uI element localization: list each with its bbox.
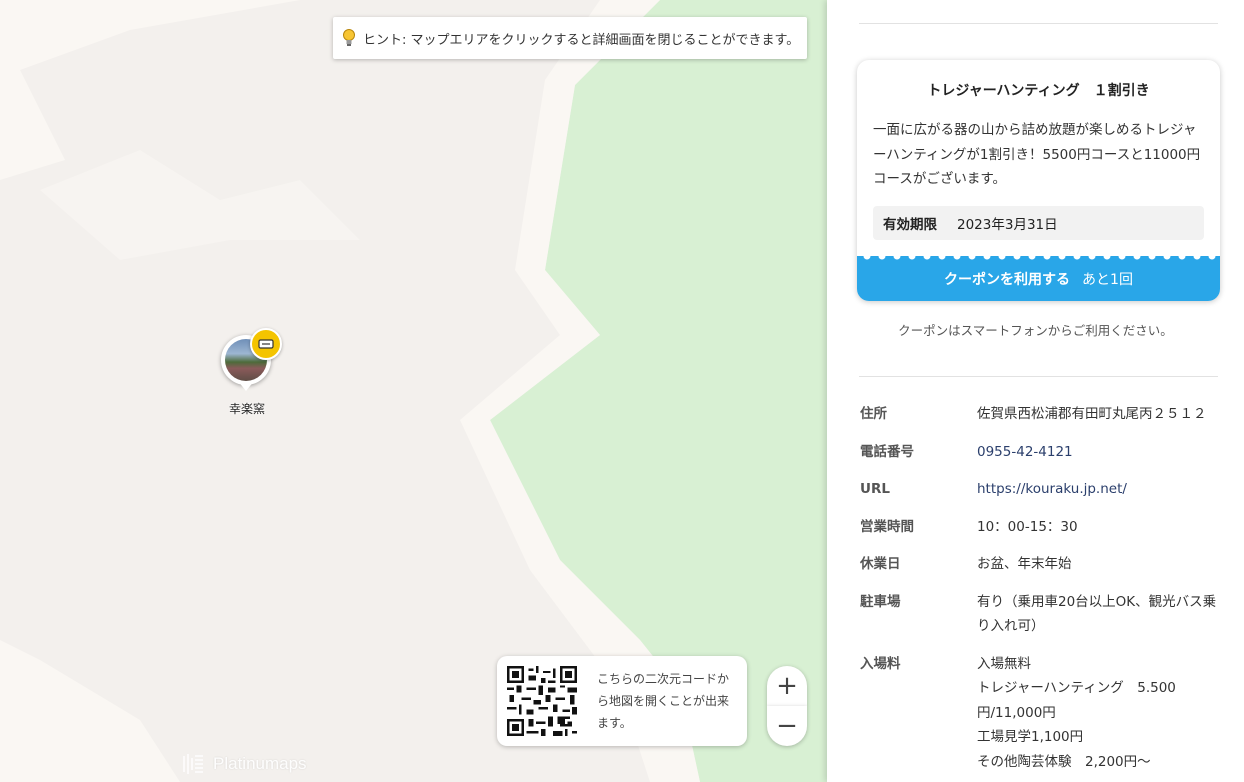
brand-logo[interactable]: Platinumaps (181, 752, 307, 776)
parking-label: 駐車場 (860, 593, 901, 610)
fee-line: 工場見学1,100円 (977, 729, 1084, 745)
coupon-ticket-icon (250, 328, 282, 360)
coupon-remaining: あと1回 (1082, 271, 1133, 288)
fee-value: 入場無料 トレジャーハンティング 5.500円/11,000円 工場見学1,10… (977, 652, 1222, 775)
map-marker[interactable] (221, 328, 282, 394)
info-row-hours: 営業時間 10：00-15：30 (860, 515, 1230, 540)
hint-text: ヒント: マップエリアをクリックすると詳細画面を閉じることができます。 (363, 32, 800, 48)
qr-code-panel: こちらの二次元コードから地図を開くことが出来ます。 (497, 656, 747, 746)
website-link[interactable]: https://kouraku.jp.net/ (977, 477, 1222, 502)
coupon-title: トレジャーハンティング １割引き (927, 83, 1150, 99)
closed-label: 休業日 (860, 556, 901, 572)
zoom-in-button[interactable]: + (767, 666, 807, 706)
address-label: 住所 (860, 406, 887, 422)
use-coupon-label: クーポンを利用する (944, 271, 1071, 288)
phone-label: 電話番号 (860, 443, 914, 460)
coupon-card: トレジャーハンティング １割引き 一面に広がる器の山から詰め放題が楽しめるトレジ… (857, 60, 1220, 301)
marker-label[interactable]: 幸楽窯 (212, 400, 282, 417)
phone-link[interactable]: 0955-42-4121 (977, 440, 1222, 465)
validity-label: 有効期限 (883, 217, 937, 233)
info-row-parking: 駐車場 有り（乗用車20台以上OK、観光バス乗り入れ可） (860, 590, 1230, 639)
info-row-fee: 入場料 入場無料 トレジャーハンティング 5.500円/11,000円 工場見学… (860, 652, 1230, 775)
url-label: URL (860, 481, 890, 497)
info-row-phone: 電話番号 0955-42-4121 (860, 440, 1230, 465)
divider (859, 376, 1218, 377)
detail-panel: トレジャーハンティング １割引き 一面に広がる器の山から詰め放題が楽しめるトレジ… (827, 0, 1244, 782)
address-value: 佐賀県西松浦郡有田町丸尾丙２５１２ (977, 406, 1207, 422)
divider (859, 23, 1218, 24)
fee-line: 入場無料 (977, 655, 1031, 672)
map-area[interactable]: ヒント: マップエリアをクリックすると詳細画面を閉じることができます。 幸楽窯 (0, 0, 827, 782)
coupon-validity: 有効期限 2023年3月31日 (873, 206, 1204, 240)
coupon-perforation (863, 252, 1216, 260)
fee-line: その他陶芸体験 2,200円～ (977, 753, 1151, 770)
validity-value: 2023年3月31日 (957, 217, 1058, 233)
closed-value: お盆、年末年始 (977, 556, 1072, 572)
lightbulb-icon (343, 29, 355, 46)
fee-label: 入場料 (860, 655, 901, 672)
brand-name: Platinumaps (213, 754, 307, 773)
coupon-note: クーポンはスマートフォンからご利用ください。 (898, 323, 1173, 338)
qr-instructions: こちらの二次元コードから地図を開くことが出来ます。 (597, 672, 730, 730)
zoom-out-button[interactable]: − (767, 706, 807, 746)
spot-info: 住所 佐賀県西松浦郡有田町丸尾丙２５１２ 電話番号 0955-42-4121 U… (860, 402, 1230, 782)
hours-value: 10：00-15：30 (977, 518, 1078, 535)
use-coupon-button[interactable]: クーポンを利用する あと1回 (857, 256, 1220, 301)
info-row-address: 住所 佐賀県西松浦郡有田町丸尾丙２５１２ (860, 402, 1230, 427)
hint-banner: ヒント: マップエリアをクリックすると詳細画面を閉じることができます。 (333, 17, 807, 59)
fee-line: トレジャーハンティング 5.500円/11,000円 (977, 680, 1176, 721)
platinumaps-logo-icon (183, 754, 203, 774)
qr-code-icon (507, 666, 577, 736)
coupon-description: 一面に広がる器の山から詰め放題が楽しめるトレジャーハンティングが1割引き！550… (873, 122, 1201, 187)
parking-value: 有り（乗用車20台以上OK、観光バス乗り入れ可） (977, 593, 1217, 635)
hours-label: 営業時間 (860, 518, 914, 535)
info-row-url: URL https://kouraku.jp.net/ (860, 477, 1230, 502)
info-row-closed: 休業日 お盆、年末年始 (860, 552, 1230, 577)
